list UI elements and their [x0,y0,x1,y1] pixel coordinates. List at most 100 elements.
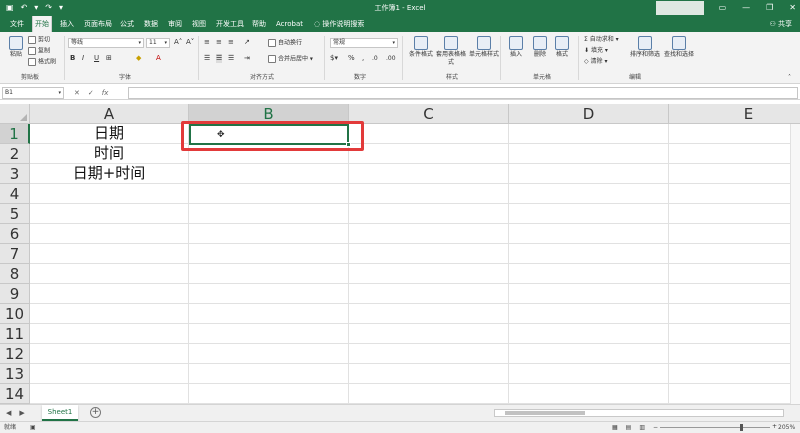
cell-b5[interactable] [189,204,349,224]
format-as-table-button[interactable]: 套用表格格式 [436,36,466,67]
cell-e3[interactable] [669,164,800,184]
insert-cells-button[interactable]: 插入 [506,36,526,59]
cell-d14[interactable] [509,384,669,404]
align-center-icon[interactable]: ☰ [216,54,223,63]
cell-a2[interactable]: 时间 [30,144,189,164]
tab-help[interactable]: 帮助 [250,16,268,32]
page-break-view-icon[interactable]: ▥ [639,422,645,433]
cell-d3[interactable] [509,164,669,184]
horizontal-scrollbar[interactable] [494,409,784,417]
cell-e14[interactable] [669,384,800,404]
tab-view[interactable]: 视图 [190,16,208,32]
column-header-c[interactable]: C [349,104,509,124]
cell-c8[interactable] [349,264,509,284]
cell-e1[interactable] [669,124,800,144]
autosum-button[interactable]: Σ 自动求和 ▾ [584,36,619,44]
align-top-icon[interactable]: ≡ [204,38,210,47]
tab-insert[interactable]: 插入 [58,16,76,32]
cancel-icon[interactable]: ✕ [74,87,80,99]
number-format-select[interactable]: 常规 ▾ [330,38,398,48]
cell-d1[interactable] [509,124,669,144]
sheet-tab-sheet1[interactable]: Sheet1 [42,405,78,421]
grow-font-icon[interactable]: A˄ [174,38,182,47]
cell-a13[interactable] [30,364,189,384]
row-header-12[interactable]: 12 [0,344,30,364]
currency-icon[interactable]: $▾ [330,54,338,63]
cell-a5[interactable] [30,204,189,224]
cell-a8[interactable] [30,264,189,284]
fill-button[interactable]: ⬇ 填充 ▾ [584,47,608,55]
font-color-icon[interactable]: A [156,54,161,63]
cell-b8[interactable] [189,264,349,284]
zoom-slider[interactable] [660,424,770,431]
cell-a11[interactable] [30,324,189,344]
cell-a7[interactable] [30,244,189,264]
cell-c2[interactable] [349,144,509,164]
percent-icon[interactable]: % [348,54,355,63]
scroll-thumb[interactable] [505,411,585,415]
font-size-select[interactable]: 11 ▾ [146,38,170,48]
select-all-button[interactable] [0,104,30,124]
ribbon-display-icon[interactable]: ▭ [719,2,727,14]
align-left-icon[interactable]: ☰ [204,54,210,63]
zoom-level[interactable]: 205% [778,422,795,433]
restore-icon[interactable]: ❐ [766,2,773,14]
cell-e4[interactable] [669,184,800,204]
underline-button[interactable]: U [94,54,99,63]
cell-d6[interactable] [509,224,669,244]
cell-d12[interactable] [509,344,669,364]
name-box[interactable]: B1 ▾ [2,87,64,99]
close-icon[interactable]: ✕ [789,2,796,14]
cell-e2[interactable] [669,144,800,164]
zoom-in-icon[interactable]: + [772,423,777,431]
tab-acrobat[interactable]: Acrobat [274,16,305,32]
column-header-d[interactable]: D [509,104,669,124]
cell-b3[interactable] [189,164,349,184]
next-sheet-icon[interactable]: ▶ [19,408,24,418]
row-header-11[interactable]: 11 [0,324,30,344]
cell-a6[interactable] [30,224,189,244]
account-avatar[interactable] [656,1,704,15]
conditional-format-button[interactable]: 条件格式 [406,36,436,59]
row-header-5[interactable]: 5 [0,204,30,224]
cell-a4[interactable] [30,184,189,204]
increase-decimal-icon[interactable]: .0 [372,54,378,63]
cell-e10[interactable] [669,304,800,324]
macro-record-icon[interactable]: ▣ [30,422,36,433]
enter-icon[interactable]: ✓ [88,87,94,99]
sort-filter-button[interactable]: 排序和筛选 [630,36,660,59]
cell-c5[interactable] [349,204,509,224]
fill-color-icon[interactable]: ◆ [136,54,141,63]
clear-button[interactable]: ◇ 清除 ▾ [584,58,607,66]
cell-d4[interactable] [509,184,669,204]
page-layout-view-icon[interactable]: ▤ [626,422,632,433]
column-header-e[interactable]: E [669,104,800,124]
tab-developer[interactable]: 开发工具 [214,16,246,32]
tab-page-layout[interactable]: 页面布局 [82,16,114,32]
tab-home[interactable]: 开始 [32,16,52,32]
row-header-10[interactable]: 10 [0,304,30,324]
cell-e12[interactable] [669,344,800,364]
cell-c6[interactable] [349,224,509,244]
format-painter-button[interactable]: 格式刷 [28,58,56,67]
cell-e11[interactable] [669,324,800,344]
row-header-6[interactable]: 6 [0,224,30,244]
cell-d2[interactable] [509,144,669,164]
cell-a12[interactable] [30,344,189,364]
cell-d7[interactable] [509,244,669,264]
cell-a1[interactable]: 日期 [30,124,189,144]
cell-c10[interactable] [349,304,509,324]
cell-d11[interactable] [509,324,669,344]
cell-b9[interactable] [189,284,349,304]
orientation-icon[interactable]: ↗ [244,38,250,47]
cell-a14[interactable] [30,384,189,404]
cell-b13[interactable] [189,364,349,384]
cell-a10[interactable] [30,304,189,324]
cell-c7[interactable] [349,244,509,264]
share-button[interactable]: ⚇ 共享 [769,16,792,32]
cell-b6[interactable] [189,224,349,244]
cell-d5[interactable] [509,204,669,224]
cell-b10[interactable] [189,304,349,324]
cell-e9[interactable] [669,284,800,304]
collapse-ribbon-icon[interactable]: ˄ [788,74,791,82]
